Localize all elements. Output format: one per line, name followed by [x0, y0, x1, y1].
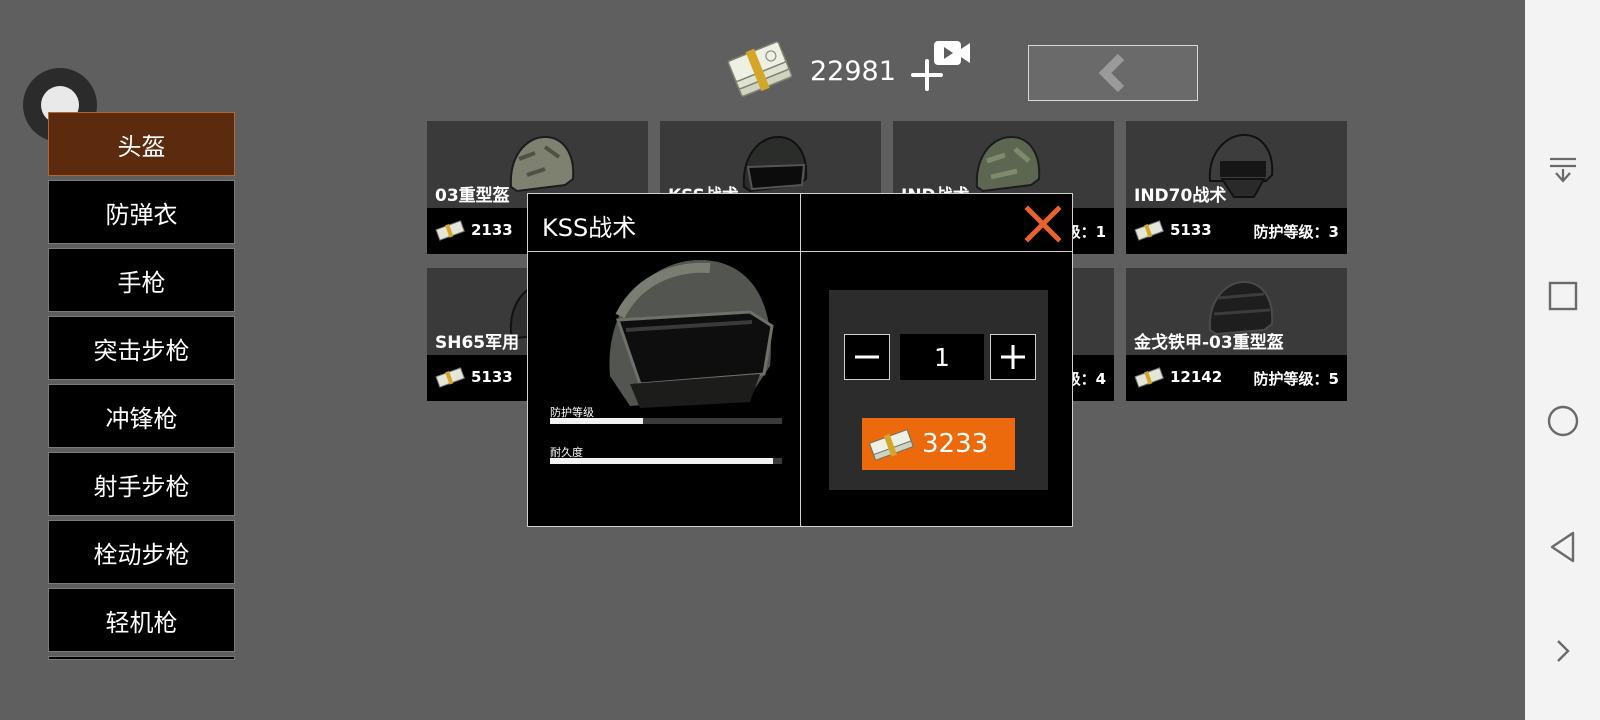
purchase-dialog: KSS战术 防护等级 耐久度 1 3233	[527, 193, 1073, 527]
back-triangle-icon[interactable]	[1543, 527, 1583, 567]
increase-quantity-button[interactable]	[990, 334, 1036, 380]
stat-bar	[550, 418, 782, 424]
stat-bar-fill	[550, 418, 643, 424]
item-card[interactable]: 金戈铁甲-03重型盔 12142 防护等级：5	[1126, 268, 1347, 401]
category-smg[interactable]: 冲锋枪	[48, 384, 235, 448]
item-card[interactable]: IND70战术 5133 防护等级：3	[1126, 121, 1347, 254]
category-lmg[interactable]: 轻机枪	[48, 588, 235, 652]
helmet-icon	[509, 135, 575, 193]
item-price: 5133	[1170, 221, 1212, 239]
item-price: 5133	[471, 368, 513, 386]
buy-price: 3233	[922, 429, 989, 459]
category-more[interactable]	[48, 656, 235, 660]
close-icon[interactable]	[1023, 204, 1063, 244]
recent-apps-icon[interactable]	[1543, 276, 1583, 316]
minus-icon	[855, 355, 879, 359]
item-price: 2133	[471, 221, 513, 239]
cash-icon	[435, 367, 465, 388]
quantity-panel: 3233	[829, 290, 1048, 490]
plus-icon	[1001, 345, 1025, 369]
item-protection-level: 防护等级：3	[1253, 223, 1339, 241]
chevron-left-icon	[1098, 53, 1125, 93]
chevron-right-icon[interactable]	[1543, 631, 1583, 671]
dialog-divider	[528, 251, 1072, 252]
dialog-divider	[800, 194, 801, 526]
money-balance: 22981	[810, 56, 896, 87]
item-price: 12142	[1170, 368, 1223, 386]
notification-pull-down-icon[interactable]	[1543, 150, 1583, 190]
system-navigation-bar	[1525, 0, 1600, 720]
stat-bar-fill	[550, 458, 773, 464]
item-name: IND70战术	[1134, 186, 1227, 206]
quantity-field[interactable]	[900, 334, 984, 380]
category-bolt-rifle[interactable]: 栓动步枪	[48, 520, 235, 584]
category-body-armor[interactable]: 防弹衣	[48, 180, 235, 244]
category-sidebar: 头盔 防弹衣 手枪 突击步枪 冲锋枪 射手步枪 栓动步枪 轻机枪	[48, 112, 235, 664]
cash-stack-icon	[727, 41, 793, 97]
helmet-preview-icon	[609, 260, 774, 408]
category-assault-rifle[interactable]: 突击步枪	[48, 316, 235, 380]
buy-button[interactable]: 3233	[862, 418, 1015, 470]
dialog-title: KSS战术	[542, 214, 637, 242]
decrease-quantity-button[interactable]	[844, 334, 890, 380]
item-info-bar: 12142 防护等级：5	[1126, 355, 1347, 401]
item-name: 03重型盔	[435, 186, 510, 206]
stat-bar	[550, 458, 782, 464]
home-icon[interactable]	[1543, 401, 1583, 441]
cash-icon	[435, 220, 465, 241]
item-name: SH65军用	[435, 333, 520, 353]
category-marksman-rifle[interactable]: 射手步枪	[48, 452, 235, 516]
video-camera-icon[interactable]	[932, 38, 972, 68]
item-protection-level: 防护等级：5	[1253, 370, 1339, 388]
category-pistol[interactable]: 手枪	[48, 248, 235, 312]
category-helmet[interactable]: 头盔	[48, 112, 235, 176]
helmet-icon	[975, 135, 1041, 193]
back-button[interactable]	[1028, 45, 1198, 101]
item-info-bar: 5133 防护等级：3	[1126, 208, 1347, 254]
item-name: 金戈铁甲-03重型盔	[1134, 333, 1284, 353]
cash-icon	[1134, 367, 1164, 388]
helmet-icon	[742, 135, 808, 193]
cash-stack-icon	[868, 429, 914, 461]
cash-icon	[1134, 220, 1164, 241]
